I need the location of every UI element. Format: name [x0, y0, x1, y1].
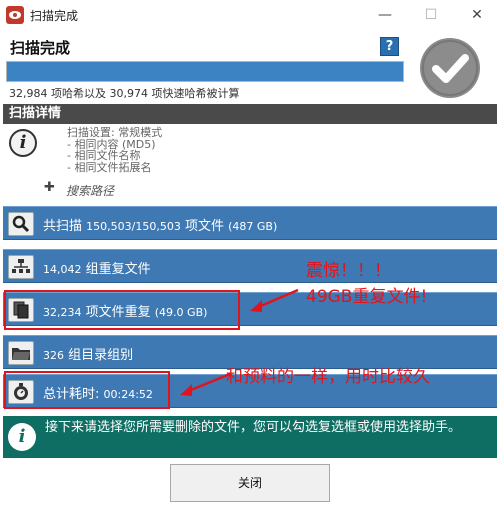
result-text: 14,042 组重复文件: [43, 262, 151, 277]
info-icon: i: [9, 129, 37, 157]
annotation-arrow-icon: [250, 288, 299, 312]
info-icon: i: [8, 423, 36, 451]
scan-details-header: 扫描详情: [3, 104, 497, 124]
annotation-box-time: [4, 371, 170, 409]
expand-plus-icon[interactable]: ✚: [44, 180, 55, 195]
settings-line: 扫描设置: 常规模式: [67, 126, 163, 139]
result-text: 共扫描 150,503/150,503 项文件 (487 GB): [43, 219, 278, 234]
minimize-button[interactable]: —: [362, 0, 408, 30]
scan-settings: 扫描设置: 常规模式 - 相同内容 (MD5) - 相同文件名称 - 相同文件拓…: [67, 127, 162, 173]
result-text: 326 组目录组别: [43, 348, 134, 363]
annotation-shock: 震惊！！！: [306, 261, 391, 281]
duplicate-groups-icon: [8, 255, 34, 279]
search-path-link[interactable]: 搜索路径: [66, 182, 114, 199]
settings-line: - 相同文件名称: [67, 149, 141, 162]
settings-line: - 相同文件拓展名: [67, 160, 152, 174]
annotation-duplicate-size: 49GB重复文件!: [306, 287, 428, 307]
result-row-duplicate-groups: 14,042 组重复文件: [3, 249, 497, 283]
page-title: 扫描完成: [10, 39, 71, 57]
maximize-button[interactable]: ☐: [408, 0, 454, 30]
title-bar: 扫描完成 — ☐ ✕: [0, 0, 500, 30]
app-logo-icon: [6, 6, 24, 24]
magnifier-icon: [8, 212, 34, 236]
annotation-box-duplicates: [4, 290, 240, 330]
next-step-hint: i 接下来请选择您所需要删除的文件，您可以勾选复选框或使用选择助手。: [3, 416, 497, 458]
progress-fill: [7, 62, 403, 81]
help-icon[interactable]: ?: [380, 37, 399, 56]
hash-count-text: 32,984 项哈希以及 30,974 项快速哈希被计算: [9, 87, 240, 100]
folder-icon: [8, 341, 34, 365]
scan-progress-bar: [6, 61, 404, 82]
result-row-total-scanned: 共扫描 150,503/150,503 项文件 (487 GB): [3, 206, 497, 240]
window-title: 扫描完成: [30, 9, 79, 23]
close-button[interactable]: 关闭: [170, 464, 330, 502]
close-window-button[interactable]: ✕: [454, 0, 500, 30]
hint-text: 接下来请选择您所需要删除的文件，您可以勾选复选框或使用选择助手。: [45, 420, 462, 435]
checkmark-icon: [420, 38, 480, 98]
annotation-time-note: 和预料的一样，用时比较久: [226, 367, 430, 387]
